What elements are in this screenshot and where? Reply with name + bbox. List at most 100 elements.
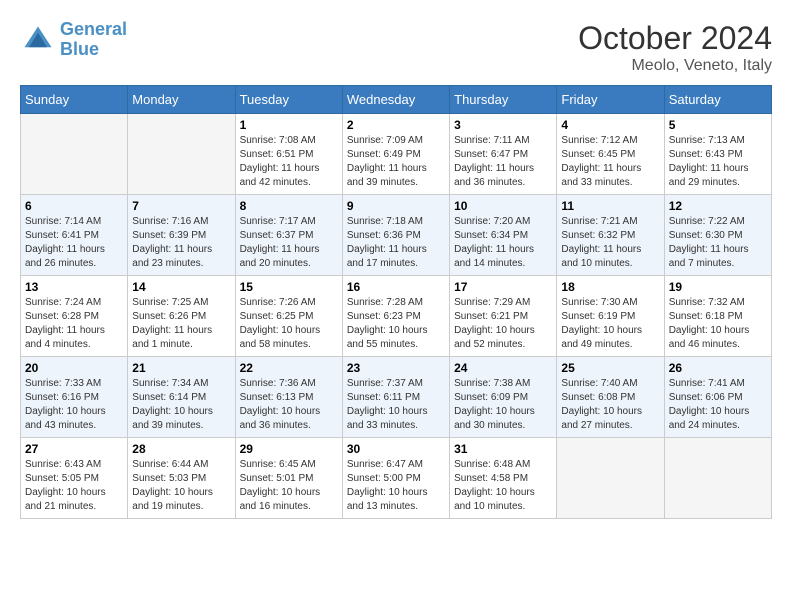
day-number: 1 <box>240 118 338 132</box>
calendar-cell: 11 Sunrise: 7:21 AM Sunset: 6:32 PM Dayli… <box>557 195 664 276</box>
day-number: 11 <box>561 199 659 213</box>
calendar-cell <box>557 438 664 519</box>
day-info: Sunrise: 7:11 AM Sunset: 6:47 PM Dayligh… <box>454 134 552 190</box>
day-info: Sunrise: 7:38 AM Sunset: 6:09 PM Dayligh… <box>454 377 552 433</box>
day-number: 22 <box>240 361 338 375</box>
day-info: Sunrise: 6:43 AM Sunset: 5:05 PM Dayligh… <box>25 458 123 514</box>
calendar-cell: 2Sunrise: 7:09 AM Sunset: 6:49 PM Daylig… <box>342 114 449 195</box>
day-info: Sunrise: 6:47 AM Sunset: 5:00 PM Dayligh… <box>347 458 445 514</box>
day-number: 14 <box>132 280 230 294</box>
calendar-cell: 10Sunrise: 7:20 AM Sunset: 6:34 PM Dayli… <box>450 195 557 276</box>
title-area: October 2024 Meolo, Veneto, Italy <box>578 20 772 75</box>
day-number: 20 <box>25 361 123 375</box>
day-info: Sunrise: 6:44 AM Sunset: 5:03 PM Dayligh… <box>132 458 230 514</box>
day-number: 15 <box>240 280 338 294</box>
day-info: Sunrise: 7:24 AM Sunset: 6:28 PM Dayligh… <box>25 296 123 352</box>
day-number: 25 <box>561 361 659 375</box>
calendar-cell: 9 Sunrise: 7:18 AM Sunset: 6:36 PM Daylig… <box>342 195 449 276</box>
calendar-cell: 29 Sunrise: 6:45 AM Sunset: 5:01 PM Dayli… <box>235 438 342 519</box>
day-number: 18 <box>561 280 659 294</box>
day-info: Sunrise: 7:36 AM Sunset: 6:13 PM Dayligh… <box>240 377 338 433</box>
day-info: Sunrise: 7:26 AM Sunset: 6:25 PM Dayligh… <box>240 296 338 352</box>
logo-line1: General <box>60 19 127 39</box>
location-title: Meolo, Veneto, Italy <box>578 57 772 75</box>
calendar-cell: 4 Sunrise: 7:12 AM Sunset: 6:45 PM Daylig… <box>557 114 664 195</box>
day-info: Sunrise: 7:32 AM Sunset: 6:18 PM Dayligh… <box>669 296 767 352</box>
calendar-cell: 5 Sunrise: 7:13 AM Sunset: 6:43 PM Daylig… <box>664 114 771 195</box>
day-number: 4 <box>561 118 659 132</box>
calendar-week-row: 27 Sunrise: 6:43 AM Sunset: 5:05 PM Dayli… <box>21 438 772 519</box>
page-header: General Blue October 2024 Meolo, Veneto,… <box>20 20 772 75</box>
day-info: Sunrise: 7:34 AM Sunset: 6:14 PM Dayligh… <box>132 377 230 433</box>
calendar-cell: 27 Sunrise: 6:43 AM Sunset: 5:05 PM Dayli… <box>21 438 128 519</box>
day-number: 24 <box>454 361 552 375</box>
day-number: 21 <box>132 361 230 375</box>
calendar-cell: 31Sunrise: 6:48 AM Sunset: 4:58 PM Dayli… <box>450 438 557 519</box>
day-info: Sunrise: 7:16 AM Sunset: 6:39 PM Dayligh… <box>132 215 230 271</box>
day-number: 8 <box>240 199 338 213</box>
day-info: Sunrise: 7:29 AM Sunset: 6:21 PM Dayligh… <box>454 296 552 352</box>
day-number: 30 <box>347 442 445 456</box>
day-number: 27 <box>25 442 123 456</box>
month-title: October 2024 <box>578 20 772 57</box>
calendar-cell: 24 Sunrise: 7:38 AM Sunset: 6:09 PM Dayli… <box>450 357 557 438</box>
calendar-cell: 13 Sunrise: 7:24 AM Sunset: 6:28 PM Dayli… <box>21 276 128 357</box>
day-info: Sunrise: 7:22 AM Sunset: 6:30 PM Dayligh… <box>669 215 767 271</box>
calendar-cell: 28 Sunrise: 6:44 AM Sunset: 5:03 PM Dayli… <box>128 438 235 519</box>
day-number: 17 <box>454 280 552 294</box>
day-info: Sunrise: 7:33 AM Sunset: 6:16 PM Dayligh… <box>25 377 123 433</box>
calendar-cell: 19Sunrise: 7:32 AM Sunset: 6:18 PM Dayli… <box>664 276 771 357</box>
calendar-cell: 18 Sunrise: 7:30 AM Sunset: 6:19 PM Dayli… <box>557 276 664 357</box>
calendar-cell: 26 Sunrise: 7:41 AM Sunset: 6:06 PM Dayli… <box>664 357 771 438</box>
calendar-table: SundayMondayTuesdayWednesdayThursdayFrid… <box>20 85 772 519</box>
calendar-cell: 25Sunrise: 7:40 AM Sunset: 6:08 PM Dayli… <box>557 357 664 438</box>
logo-icon <box>20 22 56 58</box>
calendar-cell: 6 Sunrise: 7:14 AM Sunset: 6:41 PM Daylig… <box>21 195 128 276</box>
day-info: Sunrise: 7:13 AM Sunset: 6:43 PM Dayligh… <box>669 134 767 190</box>
day-info: Sunrise: 7:41 AM Sunset: 6:06 PM Dayligh… <box>669 377 767 433</box>
day-info: Sunrise: 7:28 AM Sunset: 6:23 PM Dayligh… <box>347 296 445 352</box>
day-info: Sunrise: 7:14 AM Sunset: 6:41 PM Dayligh… <box>25 215 123 271</box>
day-info: Sunrise: 7:25 AM Sunset: 6:26 PM Dayligh… <box>132 296 230 352</box>
day-info: Sunrise: 7:17 AM Sunset: 6:37 PM Dayligh… <box>240 215 338 271</box>
calendar-cell: 16 Sunrise: 7:28 AM Sunset: 6:23 PM Dayli… <box>342 276 449 357</box>
day-info: Sunrise: 7:12 AM Sunset: 6:45 PM Dayligh… <box>561 134 659 190</box>
calendar-cell <box>664 438 771 519</box>
day-number: 7 <box>132 199 230 213</box>
day-info: Sunrise: 7:30 AM Sunset: 6:19 PM Dayligh… <box>561 296 659 352</box>
calendar-cell: 14 Sunrise: 7:25 AM Sunset: 6:26 PM Dayli… <box>128 276 235 357</box>
day-number: 23 <box>347 361 445 375</box>
calendar-cell: 7 Sunrise: 7:16 AM Sunset: 6:39 PM Daylig… <box>128 195 235 276</box>
calendar-cell <box>128 114 235 195</box>
day-info: Sunrise: 6:45 AM Sunset: 5:01 PM Dayligh… <box>240 458 338 514</box>
day-number: 2 <box>347 118 445 132</box>
day-number: 26 <box>669 361 767 375</box>
day-number: 12 <box>669 199 767 213</box>
logo-text: General Blue <box>60 20 127 60</box>
weekday-header: Thursday <box>450 86 557 114</box>
weekday-header-row: SundayMondayTuesdayWednesdayThursdayFrid… <box>21 86 772 114</box>
day-number: 6 <box>25 199 123 213</box>
calendar-cell: 22 Sunrise: 7:36 AM Sunset: 6:13 PM Dayli… <box>235 357 342 438</box>
calendar-week-row: 1 Sunrise: 7:08 AM Sunset: 6:51 PM Daylig… <box>21 114 772 195</box>
day-number: 5 <box>669 118 767 132</box>
day-info: Sunrise: 7:21 AM Sunset: 6:32 PM Dayligh… <box>561 215 659 271</box>
calendar-cell <box>21 114 128 195</box>
calendar-cell: 15 Sunrise: 7:26 AM Sunset: 6:25 PM Dayli… <box>235 276 342 357</box>
day-number: 13 <box>25 280 123 294</box>
calendar-week-row: 20 Sunrise: 7:33 AM Sunset: 6:16 PM Dayli… <box>21 357 772 438</box>
day-info: Sunrise: 7:08 AM Sunset: 6:51 PM Dayligh… <box>240 134 338 190</box>
calendar-cell: 8 Sunrise: 7:17 AM Sunset: 6:37 PM Daylig… <box>235 195 342 276</box>
day-number: 9 <box>347 199 445 213</box>
calendar-cell: 20 Sunrise: 7:33 AM Sunset: 6:16 PM Dayli… <box>21 357 128 438</box>
weekday-header: Saturday <box>664 86 771 114</box>
day-info: Sunrise: 7:20 AM Sunset: 6:34 PM Dayligh… <box>454 215 552 271</box>
day-number: 28 <box>132 442 230 456</box>
logo-line2: Blue <box>60 39 99 59</box>
day-info: Sunrise: 7:18 AM Sunset: 6:36 PM Dayligh… <box>347 215 445 271</box>
calendar-cell: 12 Sunrise: 7:22 AM Sunset: 6:30 PM Dayli… <box>664 195 771 276</box>
day-number: 31 <box>454 442 552 456</box>
logo: General Blue <box>20 20 127 60</box>
day-number: 16 <box>347 280 445 294</box>
day-number: 29 <box>240 442 338 456</box>
